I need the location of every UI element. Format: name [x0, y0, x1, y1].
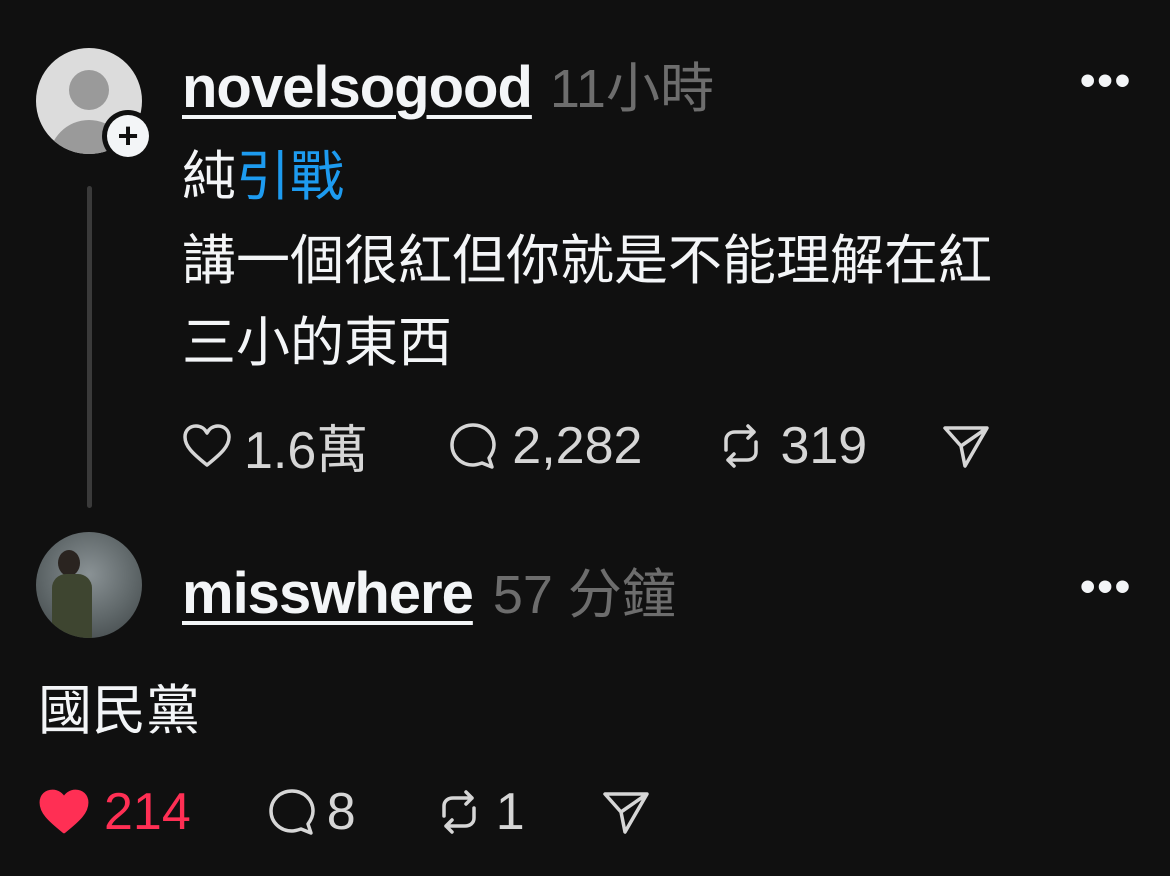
- repost-button[interactable]: 1: [434, 782, 525, 842]
- post-body-line: 三小的東西: [182, 313, 452, 373]
- comment-bubble-icon: [269, 789, 315, 835]
- comment-button[interactable]: 8: [267, 782, 356, 842]
- post-text: 純引戰: [182, 136, 344, 218]
- repost-icon: [441, 790, 476, 834]
- more-options-icon[interactable]: •••: [1080, 562, 1132, 612]
- send-icon: [943, 425, 989, 468]
- reply-text: 國民黨: [38, 681, 200, 741]
- share-button[interactable]: [601, 788, 651, 836]
- repost-icon: [724, 423, 759, 468]
- like-count: 214: [104, 783, 191, 841]
- comment-button[interactable]: 2,282: [448, 416, 642, 476]
- like-button[interactable]: 214: [38, 782, 191, 842]
- post-text-link[interactable]: 引戰: [236, 147, 344, 207]
- repost-count: 319: [780, 416, 868, 475]
- post-header: novelsogood 11小時: [182, 44, 714, 123]
- post-actions: 1.6萬 2,282 319: [182, 408, 991, 483]
- share-button[interactable]: [941, 422, 991, 470]
- default-avatar-head: [69, 70, 109, 110]
- plus-icon: +: [107, 115, 149, 157]
- thread-line: [87, 186, 92, 508]
- heart-icon: [39, 789, 89, 834]
- avatar-photo-body: [52, 574, 92, 638]
- post-body: 講一個很紅但你就是不能理解在紅 三小的東西: [182, 220, 1122, 384]
- comment-count: 8: [326, 783, 356, 841]
- follow-button[interactable]: +: [102, 110, 154, 162]
- post-body-line: 講一個很紅但你就是不能理解在紅: [182, 231, 992, 291]
- more-options-icon[interactable]: •••: [1080, 56, 1132, 106]
- like-count: 1.6萬: [244, 422, 369, 480]
- reply-username[interactable]: misswhere: [182, 560, 474, 627]
- repost-count: 1: [495, 783, 525, 841]
- post-text-prefix: 純: [182, 147, 236, 207]
- heart-icon: [183, 423, 231, 467]
- comment-count: 2,282: [512, 416, 643, 475]
- avatar[interactable]: [36, 532, 142, 638]
- reply-actions: 214 8 1: [38, 782, 651, 842]
- post-username[interactable]: novelsogood: [182, 54, 533, 121]
- post-timestamp: 11小時: [549, 59, 714, 119]
- like-button[interactable]: 1.6萬: [182, 408, 368, 483]
- comment-bubble-icon: [450, 422, 497, 469]
- avatar-photo-head: [58, 550, 80, 576]
- repost-button[interactable]: 319: [716, 416, 867, 476]
- send-icon: [602, 792, 649, 834]
- reply-timestamp: 57 分鐘: [492, 565, 676, 625]
- reply-header: misswhere 57 分鐘: [182, 550, 676, 629]
